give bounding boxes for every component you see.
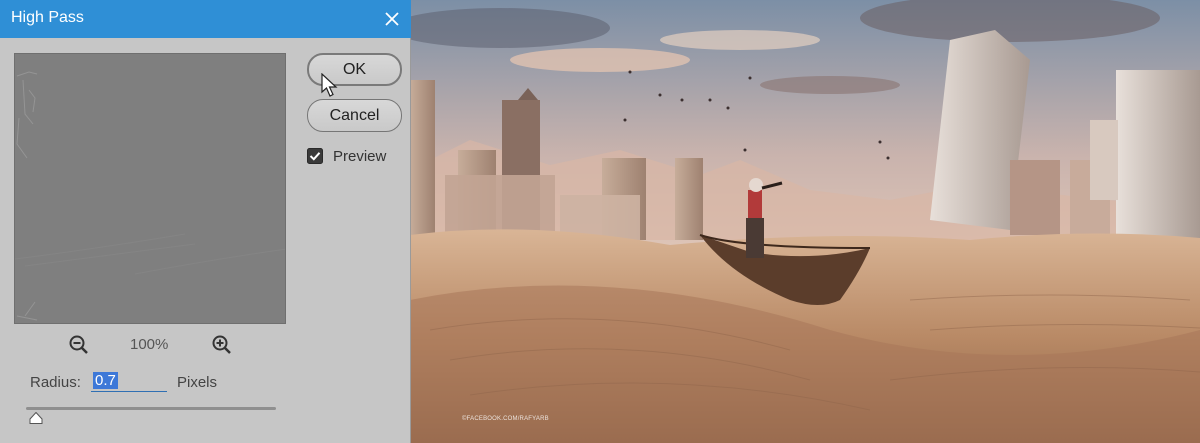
- high-pass-dialog: High Pass 100% OK Cancel Preview Radius:…: [0, 0, 411, 443]
- dialog-title: High Pass: [11, 9, 84, 26]
- radius-label: Radius:: [30, 374, 81, 391]
- canvas-photo-image: [410, 0, 1200, 443]
- units-label: Pixels: [177, 374, 218, 391]
- watermark-text: ©FACEBOOK.COM/RAFYARB: [462, 416, 549, 422]
- zoom-out-button[interactable]: [68, 334, 90, 356]
- radius-value[interactable]: 0.7: [93, 372, 118, 389]
- zoom-out-icon: [69, 335, 88, 354]
- filter-preview-area[interactable]: [14, 53, 286, 324]
- preview-image: [15, 54, 285, 323]
- close-icon: [385, 12, 399, 26]
- radius-slider-track[interactable]: [26, 407, 276, 410]
- preview-checkbox[interactable]: [307, 148, 323, 164]
- zoom-in-button[interactable]: [211, 334, 233, 356]
- document-canvas: [410, 0, 1200, 443]
- dialog-titlebar[interactable]: High Pass: [0, 0, 411, 38]
- radius-slider-thumb[interactable]: [29, 412, 43, 424]
- ok-button[interactable]: OK: [307, 53, 402, 86]
- zoom-level-text: 100%: [130, 336, 169, 353]
- cancel-button[interactable]: Cancel: [307, 99, 402, 132]
- close-button[interactable]: [377, 4, 407, 34]
- preview-label: Preview: [333, 148, 387, 165]
- zoom-in-icon: [212, 335, 231, 354]
